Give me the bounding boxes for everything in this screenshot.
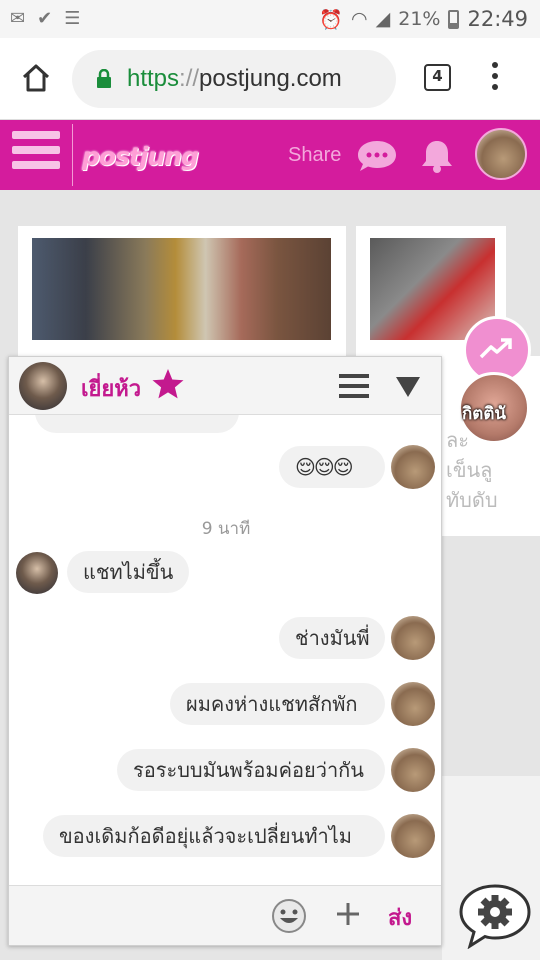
lock-icon <box>97 69 111 88</box>
send-button[interactable]: ส่ง <box>388 900 412 935</box>
my-avatar <box>391 814 435 858</box>
alarm-icon: ⏰ <box>319 8 344 31</box>
my-avatar <box>391 748 435 792</box>
message-bubble: ผมคงห่างแชทสักพัก <box>170 683 385 725</box>
chat-menu-icon[interactable] <box>339 374 369 398</box>
contact-name[interactable]: เยี่ยห้ว <box>81 371 141 406</box>
message-timestamp: 9 นาที <box>201 519 251 539</box>
mail-icon: ✉ <box>10 8 26 29</box>
my-avatar <box>391 682 435 726</box>
plus-icon[interactable] <box>335 901 361 927</box>
header-divider <box>72 124 73 186</box>
battery-percent: 21% <box>398 8 441 30</box>
url-scheme: https <box>127 65 180 92</box>
message-bubble: ช่างมันพี่ <box>279 617 385 659</box>
browser-toolbar: https://postjung.com 4 <box>0 38 540 120</box>
emoji-icon[interactable] <box>271 898 307 934</box>
overflow-menu-icon[interactable] <box>490 62 500 96</box>
message-bubble: แชทไม่ขึ้น <box>67 551 190 593</box>
url-text[interactable]: https://postjung.com <box>127 65 342 93</box>
message-bubble: รอระบบมันพร้อมค่อยว่ากัน <box>117 749 385 791</box>
check-icon: ✔ <box>37 8 53 29</box>
news-thumbnail[interactable] <box>32 238 331 340</box>
trending-up-icon <box>479 338 512 359</box>
signal-icon: ◢ <box>375 8 391 30</box>
background-text: ทับดับ <box>446 488 498 512</box>
url-host: postjung.com <box>199 65 342 92</box>
hamburger-menu-icon[interactable] <box>12 131 60 179</box>
friend-name[interactable]: กิตตินั <box>462 400 506 427</box>
list-notify-icon: ☰ <box>64 8 81 29</box>
settings-gear-icon[interactable] <box>458 883 532 949</box>
background-text: เข็นลู <box>446 458 493 482</box>
contact-avatar[interactable] <box>19 362 67 410</box>
url-separator: :// <box>179 65 200 92</box>
message-bubble: 😌😌😌 <box>279 446 385 488</box>
chat-input-bar: ส่ง <box>9 885 441 945</box>
bell-icon[interactable] <box>419 138 455 174</box>
user-avatar[interactable] <box>475 128 527 180</box>
chat-header: เยี่ยห้ว <box>9 357 441 415</box>
chat-window: เยี่ยห้ว 😌😌😌 9 นาที แชทไม่ขึ้น ช่างมันพี… <box>8 356 442 946</box>
message-bubble: ของเดิมก้อดีอยุ่แล้วจะเปลี่ยนทำไม <box>43 815 385 857</box>
site-header: postjung Share <box>0 120 540 190</box>
address-bar[interactable]: https://postjung.com <box>72 50 396 108</box>
message-list[interactable]: 😌😌😌 9 นาที แชทไม่ขึ้น ช่างมันพี่ ผมคงห่า… <box>9 415 441 885</box>
battery-icon <box>448 9 460 29</box>
notification-icons: ✉ ✔ ☰ <box>10 8 80 29</box>
my-avatar <box>391 445 435 489</box>
wifi-icon: ◠ <box>351 8 368 30</box>
site-logo[interactable]: postjung <box>82 142 199 171</box>
clock: 22:49 <box>467 7 528 31</box>
contact-message-avatar[interactable] <box>16 552 58 594</box>
my-avatar <box>391 616 435 660</box>
status-bar: ✉ ✔ ☰ ⏰ ◠ ◢ 21% 22:49 <box>0 0 540 38</box>
share-button[interactable]: Share <box>288 144 341 167</box>
message-bubble <box>35 415 239 433</box>
home-icon[interactable] <box>20 62 52 94</box>
star-icon[interactable] <box>151 367 185 401</box>
system-icons: ⏰ ◠ ◢ 21% 22:49 <box>319 7 528 31</box>
tab-switcher-button[interactable]: 4 <box>424 64 451 91</box>
collapse-chevron-icon[interactable] <box>395 376 421 398</box>
chat-bubble-icon[interactable] <box>356 138 398 174</box>
